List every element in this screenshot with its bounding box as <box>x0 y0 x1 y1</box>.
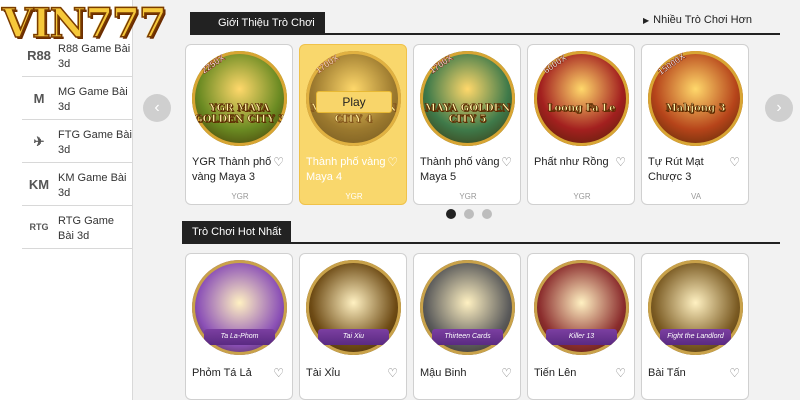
game-provider: YGR <box>345 192 363 201</box>
chevron-right-icon: › <box>776 99 782 116</box>
sidebar-item-label: KM Game Bài 3d <box>58 172 127 199</box>
heart-icon[interactable]: ♡ <box>729 155 740 169</box>
game-name: Phỏm Tá Lả <box>192 367 252 379</box>
km-icon: KM <box>28 176 50 192</box>
game-card[interactable]: 2250X YGR MAYA GOLDEN CITY 3 YGR Thành phố… <box>185 44 293 205</box>
heart-icon[interactable]: ♡ <box>501 155 512 169</box>
game-thumbnail[interactable]: 1700X MAYA GOLDEN CITY 5 <box>420 51 515 146</box>
game-thumbnail[interactable]: Killer 13 <box>534 260 629 355</box>
multiplier-label: 2250X <box>199 52 227 76</box>
game-thumbnail-title: Mahjong 3 <box>665 103 726 115</box>
game-provider: YGR <box>573 192 591 201</box>
sidebar-item-rtg[interactable]: RTG RTG Game Bài 3d <box>22 206 132 249</box>
game-name: Tiến Lên <box>534 367 577 379</box>
game-thumbnail[interactable]: 6000X Loong Fa Le <box>534 51 629 146</box>
game-thumbnail[interactable]: Thirteen Cards <box>420 260 515 355</box>
heart-icon[interactable]: ♡ <box>615 155 626 169</box>
hot-game-card[interactable]: Ta La-Phom Phỏm Tá Lả ♡ <box>185 253 293 400</box>
game-thumbnail-label: Thirteen Cards <box>432 329 503 345</box>
game-thumbnail-label: Killer 13 <box>546 329 617 345</box>
r88-icon: R88 <box>27 47 51 63</box>
game-thumbnail[interactable]: 15000X Mahjong 3 <box>648 51 743 146</box>
carousel-prev-button[interactable]: ‹ <box>143 94 171 122</box>
game-name: Thành phố vàng Maya 5 <box>420 156 500 183</box>
game-name: Bài Tấn <box>648 367 686 379</box>
heart-icon[interactable]: ♡ <box>387 155 398 169</box>
heart-icon[interactable]: ♡ <box>501 366 512 380</box>
game-name: Phất như Rồng <box>534 156 609 168</box>
heart-icon[interactable]: ♡ <box>273 366 284 380</box>
game-name: Tài Xỉu <box>306 367 341 379</box>
multiplier-label: 1700X <box>427 52 455 76</box>
game-name: Thành phố vàng Maya 4 <box>306 156 386 183</box>
sidebar-divider <box>132 0 133 400</box>
section-rule-featured <box>190 33 780 35</box>
section-rule-hot <box>182 242 780 244</box>
hot-game-card[interactable]: Thirteen Cards Mậu Binh ♡ <box>413 253 521 400</box>
sidebar-item-mg[interactable]: M MG Game Bài 3d <box>22 77 132 120</box>
more-games-label: Nhiều Trò Chơi Hơn <box>653 14 752 26</box>
carousel-pager <box>446 209 492 219</box>
game-card[interactable]: 1700XMAYA GOLDEN CITY 4PlayThành phố vàn… <box>299 44 407 205</box>
sidebar-item-km[interactable]: KM KM Game Bài 3d <box>22 163 132 206</box>
game-card[interactable]: 1700X MAYA GOLDEN CITY 5 Thành phố vàng Ma… <box>413 44 521 205</box>
game-thumbnail-label: Ta La-Phom <box>204 329 275 345</box>
hot-game-card[interactable]: Tai Xiu Tài Xỉu ♡ <box>299 253 407 400</box>
mg-icon: M <box>33 90 45 106</box>
hot-game-card[interactable]: Fight the Landlord Bài Tấn ♡ <box>641 253 749 400</box>
game-provider: YGR <box>459 192 477 201</box>
multiplier-label: 1700X <box>313 52 341 76</box>
game-name: Tự Rút Mạt Chược 3 <box>648 156 704 183</box>
triangle-right-icon: ▶ <box>643 16 650 25</box>
game-thumbnail-label: Tai Xiu <box>318 329 389 345</box>
play-button[interactable]: Play <box>316 91 392 113</box>
game-thumbnail[interactable]: Tai Xiu <box>306 260 401 355</box>
chevron-left-icon: ‹ <box>154 99 160 116</box>
pager-dot[interactable] <box>464 209 474 219</box>
more-games-link[interactable]: ▶ Nhiều Trò Chơi Hơn <box>643 14 752 26</box>
ftg-icon: ✈ <box>33 133 45 149</box>
game-provider: VA <box>690 192 702 201</box>
game-name: Mậu Binh <box>420 367 467 379</box>
page-root: VIN777 R88 R88 Game Bài 3d M MG Game Bài… <box>0 0 800 400</box>
game-provider: YGR <box>231 192 249 201</box>
sidebar-item-r88[interactable]: R88 R88 Game Bài 3d <box>22 34 132 77</box>
section-title-featured: Giới Thiệu Trò Chơi <box>190 12 325 34</box>
heart-icon[interactable]: ♡ <box>387 366 398 380</box>
heart-icon[interactable]: ♡ <box>729 366 740 380</box>
game-thumbnail-label: Fight the Landlord <box>660 329 731 345</box>
sidebar-item-label: FTG Game Bài 3d <box>58 129 132 156</box>
rtg-icon: RTG <box>29 221 49 232</box>
multiplier-label: 6000X <box>541 52 569 76</box>
hot-game-card[interactable]: Killer 13 Tiến Lên ♡ <box>527 253 635 400</box>
game-thumbnail[interactable]: Fight the Landlord <box>648 260 743 355</box>
sidebar-item-label: RTG Game Bài 3d <box>58 215 115 242</box>
sidebar-item-label: R88 Game Bài 3d <box>58 43 131 70</box>
sidebar-item-label: MG Game Bài 3d <box>58 86 128 113</box>
sidebar-item-ftg[interactable]: ✈ FTG Game Bài 3d <box>22 120 132 163</box>
game-thumbnail[interactable]: 2250X YGR MAYA GOLDEN CITY 3 <box>192 51 287 146</box>
game-card[interactable]: 15000X Mahjong 3 Tự Rút Mạt Chược 3 ♡ VA <box>641 44 749 205</box>
heart-icon[interactable]: ♡ <box>273 155 284 169</box>
carousel-next-button[interactable]: › <box>765 94 793 122</box>
pager-dot[interactable] <box>446 209 456 219</box>
game-name: YGR Thành phố vàng Maya 3 <box>192 156 272 183</box>
game-thumbnail-title: MAYA GOLDEN CITY 5 <box>424 103 511 126</box>
section-title-hot: Trò Chơi Hot Nhất <box>182 221 292 243</box>
multiplier-label: 15000X <box>655 51 688 77</box>
heart-icon[interactable]: ♡ <box>615 366 626 380</box>
game-thumbnail-title: Loong Fa Le <box>547 103 616 115</box>
sidebar: R88 R88 Game Bài 3d M MG Game Bài 3d ✈ F… <box>22 34 132 249</box>
game-thumbnail-title: YGR MAYA GOLDEN CITY 3 <box>194 103 285 126</box>
game-card[interactable]: 6000X Loong Fa Le Phất như Rồng ♡ YGR <box>527 44 635 205</box>
game-thumbnail[interactable]: Ta La-Phom <box>192 260 287 355</box>
pager-dot[interactable] <box>482 209 492 219</box>
